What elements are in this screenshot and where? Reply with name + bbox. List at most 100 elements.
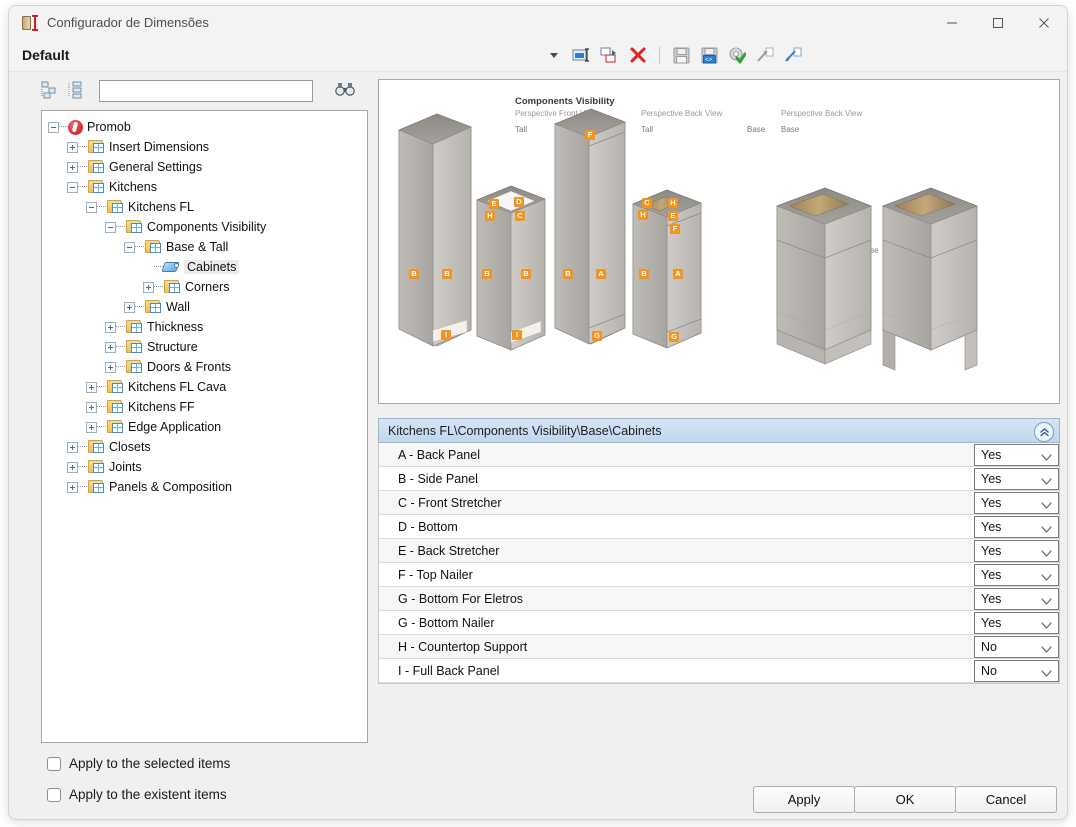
tree-item-closets[interactable]: Closets — [42, 437, 367, 457]
expand-node-icon[interactable] — [105, 341, 116, 353]
collapse-node-icon[interactable] — [67, 181, 78, 193]
collapse-node-icon[interactable] — [48, 121, 59, 133]
collapse-node-icon[interactable] — [124, 241, 135, 253]
save-icon[interactable] — [670, 44, 692, 66]
collapse-node-icon[interactable] — [105, 221, 116, 233]
expand-node-icon[interactable] — [143, 281, 154, 293]
property-value-dropdown[interactable]: No — [974, 636, 1059, 658]
tree-item-joints[interactable]: Joints — [42, 457, 367, 477]
callout-badge-B5: B — [563, 269, 573, 279]
tree-item-general-settings[interactable]: General Settings — [42, 157, 367, 177]
apply-existent-items-checkbox[interactable] — [47, 787, 61, 802]
apply-existent-items-label: Apply to the existent items — [69, 787, 227, 802]
save-as-icon[interactable]: <> — [698, 44, 720, 66]
expand-node-icon[interactable] — [67, 481, 78, 493]
delete-item-icon[interactable] — [627, 44, 649, 66]
property-row[interactable]: H - Countertop Support No — [379, 635, 1059, 659]
chevron-down-icon[interactable] — [1041, 523, 1052, 537]
collapse-node-icon[interactable] — [86, 201, 97, 213]
tree-item-cabinets[interactable]: Cabinets — [42, 257, 367, 277]
expand-node-icon[interactable] — [67, 141, 78, 153]
expand-node-icon[interactable] — [86, 421, 97, 433]
expand-node-icon[interactable] — [67, 161, 78, 173]
tree-item-base-tall[interactable]: Base & Tall — [42, 237, 367, 257]
ok-button[interactable]: OK — [854, 786, 956, 813]
tag-icon — [161, 260, 180, 274]
tree-connector — [97, 406, 106, 408]
chevron-down-icon[interactable] — [1041, 451, 1052, 465]
tree-item-thickness[interactable]: Thickness — [42, 317, 367, 337]
property-row[interactable]: F - Top Nailer Yes — [379, 563, 1059, 587]
property-value-dropdown[interactable]: Yes — [974, 516, 1059, 538]
property-row[interactable]: G - Bottom Nailer Yes — [379, 611, 1059, 635]
tree-item-kitchens-fl[interactable]: Kitchens FL — [42, 197, 367, 217]
tree-item-doors-fronts[interactable]: Doors & Fronts — [42, 357, 367, 377]
property-row[interactable]: A - Back Panel Yes — [379, 443, 1059, 467]
export-icon[interactable] — [782, 44, 804, 66]
property-value-dropdown[interactable]: Yes — [974, 564, 1059, 586]
chevron-down-icon[interactable] — [1041, 595, 1052, 609]
tree-item-kitchens[interactable]: Kitchens — [42, 177, 367, 197]
settings-gear-check-icon[interactable] — [726, 44, 748, 66]
expand-node-icon[interactable] — [105, 321, 116, 333]
expand-tree-icon[interactable] — [41, 81, 61, 101]
tree-view[interactable]: Promob Insert Dimensions General Settings K… — [41, 110, 368, 743]
property-row[interactable]: I - Full Back Panel No — [379, 659, 1059, 683]
tree-item-components-visibility[interactable]: Components Visibility — [42, 217, 367, 237]
property-row[interactable]: B - Side Panel Yes — [379, 467, 1059, 491]
property-row[interactable]: G - Bottom For Eletros Yes — [379, 587, 1059, 611]
binoculars-icon[interactable] — [335, 82, 355, 100]
property-row[interactable]: E - Back Stretcher Yes — [379, 539, 1059, 563]
property-value-dropdown[interactable]: Yes — [974, 444, 1059, 466]
property-value-dropdown[interactable]: Yes — [974, 492, 1059, 514]
tree-item-kitchens-ff[interactable]: Kitchens FF — [42, 397, 367, 417]
property-value-dropdown[interactable]: Yes — [974, 588, 1059, 610]
expand-node-icon[interactable] — [67, 441, 78, 453]
expand-node-icon[interactable] — [86, 381, 97, 393]
tree-item-structure[interactable]: Structure — [42, 337, 367, 357]
tree-item-promob[interactable]: Promob — [42, 117, 367, 137]
expand-node-icon[interactable] — [86, 401, 97, 413]
tree-item-label: Joints — [109, 460, 142, 474]
tree-item-corners[interactable]: Corners — [42, 277, 367, 297]
rename-item-icon[interactable] — [571, 44, 593, 66]
minimize-icon[interactable] — [929, 6, 975, 39]
collapse-tree-icon[interactable] — [67, 81, 87, 101]
tree-item-panels-composition[interactable]: Panels & Composition — [42, 477, 367, 497]
tree-item-wall[interactable]: Wall — [42, 297, 367, 317]
duplicate-item-icon[interactable] — [599, 44, 621, 66]
tree-search-box[interactable] — [99, 80, 313, 102]
chevron-down-icon[interactable] — [1041, 475, 1052, 489]
apply-selected-items-label: Apply to the selected items — [69, 756, 231, 771]
apply-selected-items-row[interactable]: Apply to the selected items — [47, 756, 230, 771]
apply-selected-items-checkbox[interactable] — [47, 756, 61, 771]
tree-item-label: Kitchens FF — [128, 400, 195, 414]
tree-item-edge-application[interactable]: Edge Application — [42, 417, 367, 437]
property-row[interactable]: C - Front Stretcher Yes — [379, 491, 1059, 515]
property-value-dropdown[interactable]: No — [974, 660, 1059, 682]
expand-node-icon[interactable] — [105, 361, 116, 373]
close-icon[interactable] — [1021, 6, 1067, 39]
import-icon[interactable] — [754, 44, 776, 66]
property-value-dropdown[interactable]: Yes — [974, 612, 1059, 634]
chevron-down-icon[interactable] — [1041, 619, 1052, 633]
tree-item-kitchens-fl-cava[interactable]: Kitchens FL Cava — [42, 377, 367, 397]
apply-existent-items-row[interactable]: Apply to the existent items — [47, 787, 227, 802]
dropdown-caret-icon[interactable] — [543, 44, 565, 66]
apply-button[interactable]: Apply — [753, 786, 855, 813]
chevron-down-icon[interactable] — [1041, 667, 1052, 681]
property-row[interactable]: D - Bottom Yes — [379, 515, 1059, 539]
cancel-button[interactable]: Cancel — [955, 786, 1057, 813]
chevron-double-up-icon[interactable] — [1034, 422, 1054, 442]
chevron-down-icon[interactable] — [1041, 547, 1052, 561]
chevron-down-icon[interactable] — [1041, 571, 1052, 585]
expand-node-icon[interactable] — [67, 461, 78, 473]
chevron-down-icon[interactable] — [1041, 643, 1052, 657]
search-input[interactable] — [100, 81, 312, 101]
expand-node-icon[interactable] — [124, 301, 135, 313]
tree-item-insert-dimensions[interactable]: Insert Dimensions — [42, 137, 367, 157]
chevron-down-icon[interactable] — [1041, 499, 1052, 513]
maximize-icon[interactable] — [975, 6, 1021, 39]
property-value-dropdown[interactable]: Yes — [974, 468, 1059, 490]
property-value-dropdown[interactable]: Yes — [974, 540, 1059, 562]
